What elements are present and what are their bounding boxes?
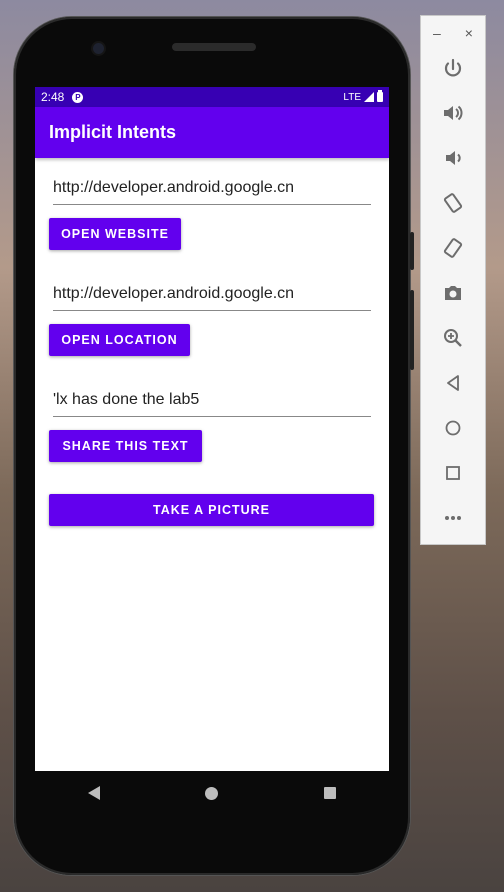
- network-type: LTE: [343, 91, 361, 103]
- open-website-button[interactable]: OPEN WEBSITE: [49, 218, 181, 250]
- zoom-icon[interactable]: [421, 318, 485, 358]
- nav-recents-icon[interactable]: [324, 787, 337, 799]
- power-side-button[interactable]: [410, 232, 414, 270]
- device-screen: 2:48 P LTE Implicit Intents http://devel…: [35, 87, 389, 771]
- notification-icon: P: [72, 91, 84, 103]
- location-field[interactable]: http://developer.android.google.cn: [53, 285, 371, 311]
- home-icon[interactable]: [421, 408, 485, 448]
- volume-side-button[interactable]: [410, 290, 414, 370]
- camera-icon[interactable]: [421, 273, 485, 313]
- close-button[interactable]: ×: [465, 25, 473, 41]
- open-location-button[interactable]: OPEN LOCATION: [49, 324, 190, 356]
- overview-icon[interactable]: [421, 453, 485, 493]
- app-title: Implicit Intents: [49, 122, 177, 142]
- toolbar-window-controls: – ×: [421, 16, 485, 50]
- more-icon[interactable]: [421, 498, 485, 538]
- website-url-field[interactable]: http://developer.android.google.cn: [53, 179, 371, 205]
- share-text-button[interactable]: SHARE THIS TEXT: [49, 430, 202, 462]
- power-icon[interactable]: [421, 49, 485, 89]
- back-icon[interactable]: [421, 363, 485, 403]
- website-url-text: http://developer.android.google.cn: [53, 179, 295, 196]
- signal-icon: [364, 92, 374, 102]
- earpiece-speaker: [172, 43, 256, 51]
- location-text: http://developer.android.google.cn: [53, 285, 295, 302]
- share-text-field[interactable]: 'lx has done the lab5: [53, 391, 371, 417]
- nav-home-icon[interactable]: [205, 786, 219, 800]
- share-text-value: 'lx has done the lab5: [53, 391, 200, 408]
- status-bar: 2:48 P LTE: [35, 87, 389, 107]
- minimize-button[interactable]: –: [433, 25, 441, 41]
- front-camera: [93, 43, 104, 54]
- volume-down-icon[interactable]: [421, 138, 485, 178]
- navigation-bar: [35, 771, 389, 815]
- rotate-left-icon[interactable]: [421, 183, 485, 223]
- app-bar: Implicit Intents: [35, 107, 389, 158]
- battery-icon: [377, 90, 383, 102]
- nav-back-icon[interactable]: [87, 786, 100, 800]
- emulator-toolbar: – ×: [420, 15, 486, 545]
- take-picture-button[interactable]: TAKE A PICTURE: [49, 494, 374, 526]
- status-time: 2:48: [41, 90, 65, 104]
- volume-up-icon[interactable]: [421, 93, 485, 133]
- rotate-right-icon[interactable]: [421, 228, 485, 268]
